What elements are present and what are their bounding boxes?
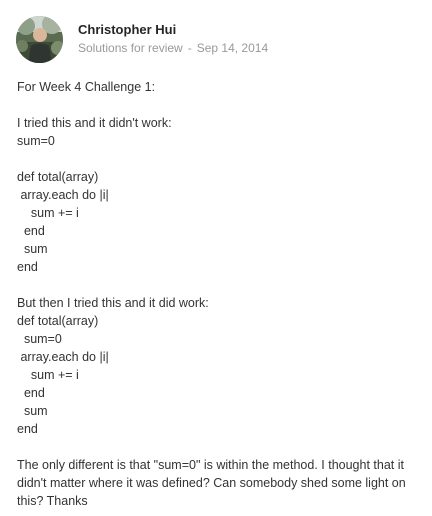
body-line: sum += i [17, 368, 79, 382]
body-line: sum=0 [17, 332, 62, 346]
body-line: end [17, 260, 38, 274]
body-line: def total(array) [17, 314, 99, 328]
body-line: end [17, 422, 38, 436]
body-line: sum += i [17, 206, 79, 220]
avatar[interactable] [16, 16, 63, 63]
body-line: end [17, 224, 45, 238]
body-line: sum [17, 242, 48, 256]
post-category[interactable]: Solutions for review [78, 41, 183, 55]
avatar-photo-icon [16, 16, 63, 63]
post-meta: Solutions for review - Sep 14, 2014 [78, 41, 268, 55]
body-line: For Week 4 Challenge 1: [17, 80, 156, 94]
body-line: But then I tried this and it did work: [17, 296, 209, 310]
body-line [17, 276, 407, 294]
body-line [17, 438, 407, 456]
body-line: sum=0 [17, 134, 55, 148]
body-line [17, 96, 407, 114]
body-line: I tried this and it didn't work: [17, 116, 172, 130]
body-line: sum [17, 404, 48, 418]
body-line: def total(array) [17, 170, 99, 184]
post-date: Sep 14, 2014 [196, 41, 269, 55]
body-closing-paragraph: The only different is that "sum=0" is wi… [17, 458, 406, 508]
body-line [17, 150, 407, 168]
body-line: end [17, 386, 45, 400]
post-header: Christopher Hui Solutions for review - Sep… [16, 16, 416, 64]
meta-separator: - [187, 41, 192, 55]
body-line: array.each do |i| [17, 188, 109, 202]
body-line: array.each do |i| [17, 350, 109, 364]
post-body: For Week 4 Challenge 1: I tried this and… [17, 78, 407, 510]
forum-post: Christopher Hui Solutions for review - Sep… [0, 0, 432, 516]
author-name[interactable]: Christopher Hui [78, 22, 176, 37]
